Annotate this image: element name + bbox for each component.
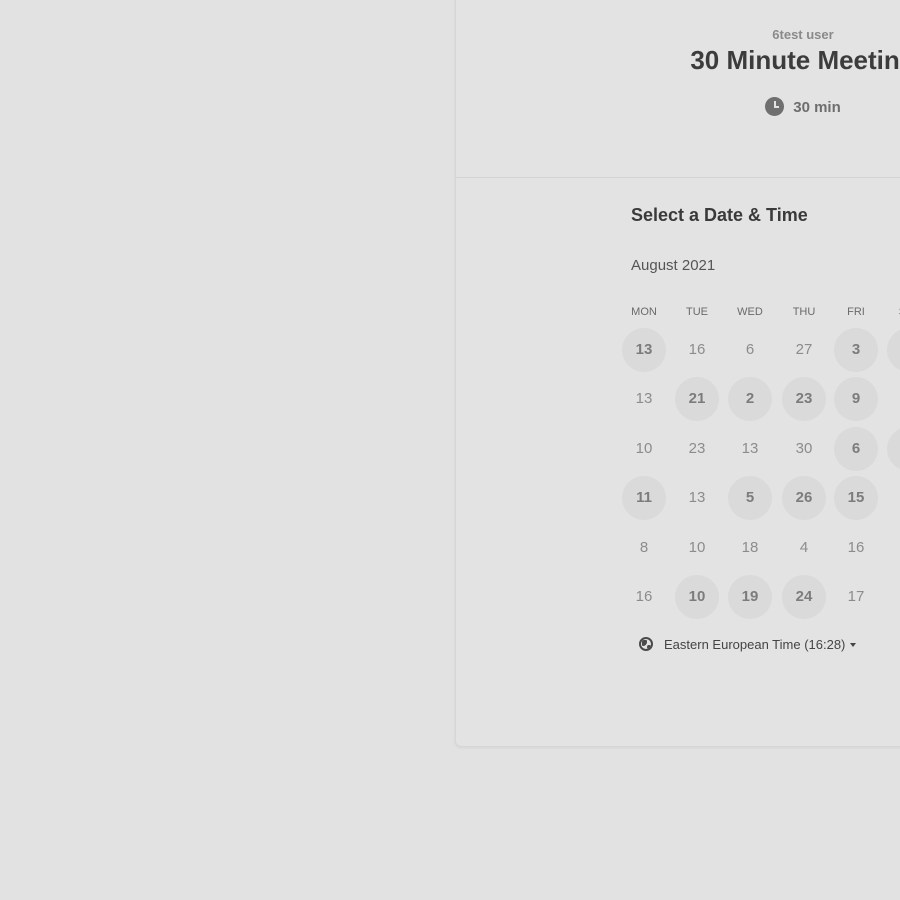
calendar-day: 23 [688, 440, 706, 457]
calendar-day: 10 [688, 539, 706, 556]
calendar-day-available[interactable]: 11 [622, 476, 666, 520]
calendar-day-available[interactable] [887, 328, 900, 372]
calendar-day: 17 [847, 588, 865, 605]
calendar-day: 6 [745, 341, 755, 358]
event-header: 6test user 30 Minute Meeting 30 min [456, 0, 900, 178]
calendar-day-available[interactable]: 6 [834, 427, 878, 471]
event-title: 30 Minute Meeting [690, 45, 900, 75]
weekday-fri: FRI [847, 306, 865, 318]
calendar-day: 13 [741, 440, 759, 457]
calendar-day-available[interactable]: 5 [728, 476, 772, 520]
calendar-day: 13 [688, 489, 706, 506]
calendar-day-available[interactable]: 15 [834, 476, 878, 520]
weekday-mon: MON [631, 306, 657, 318]
host-name: 6test user [772, 27, 834, 42]
section-title: Select a Date & Time [631, 205, 808, 225]
weekday-sat: SAT [887, 306, 900, 318]
calendar-day: 8 [639, 539, 649, 556]
calendar-day-available[interactable]: 3 [834, 328, 878, 372]
calendar-day [887, 526, 900, 570]
calendar-day: 30 [795, 440, 813, 457]
duration-label: 30 min [793, 99, 841, 116]
calendar-day-available[interactable]: 10 [675, 575, 719, 619]
calendar-day-available[interactable]: 26 [782, 476, 826, 520]
globe-icon [639, 637, 653, 651]
calendar-day-available[interactable]: 2 [728, 377, 772, 421]
clock-icon [765, 97, 785, 116]
calendar-day: 13 [635, 390, 653, 407]
calendar-day [887, 476, 900, 520]
calendar-day-available[interactable]: 23 [782, 377, 826, 421]
calendar-day: 10 [635, 440, 653, 457]
calendar-day-available[interactable]: 21 [675, 377, 719, 421]
calendar-day-available[interactable]: 24 [782, 575, 826, 619]
caret-down-icon [850, 643, 857, 647]
month-label: August 2021 [631, 257, 716, 274]
weekday-thu: THU [792, 306, 816, 318]
calendar-day-available[interactable]: 13 [622, 328, 666, 372]
event-duration: 30 min [456, 97, 900, 116]
calendar-day: 16 [847, 539, 865, 556]
calendar-day [887, 377, 900, 421]
weekday-wed: WED [737, 306, 763, 318]
calendar-day-available[interactable] [887, 427, 900, 471]
timezone-selector[interactable]: Eastern European Time (16:28) [639, 637, 857, 652]
calendar-day: 16 [688, 341, 706, 358]
calendar-day [887, 575, 900, 619]
calendar-day: 16 [635, 588, 653, 605]
calendar-day-available[interactable]: 9 [834, 377, 878, 421]
booking-card: 6test user 30 Minute Meeting 30 min Sele… [455, 0, 900, 747]
weekday-tue: TUE [686, 306, 708, 318]
calendar-day: 18 [741, 539, 759, 556]
timezone-label: Eastern European Time (16:28) [664, 637, 846, 652]
calendar-day-available[interactable]: 19 [728, 575, 772, 619]
calendar-day: 4 [799, 539, 809, 556]
calendar-day: 27 [795, 341, 813, 358]
